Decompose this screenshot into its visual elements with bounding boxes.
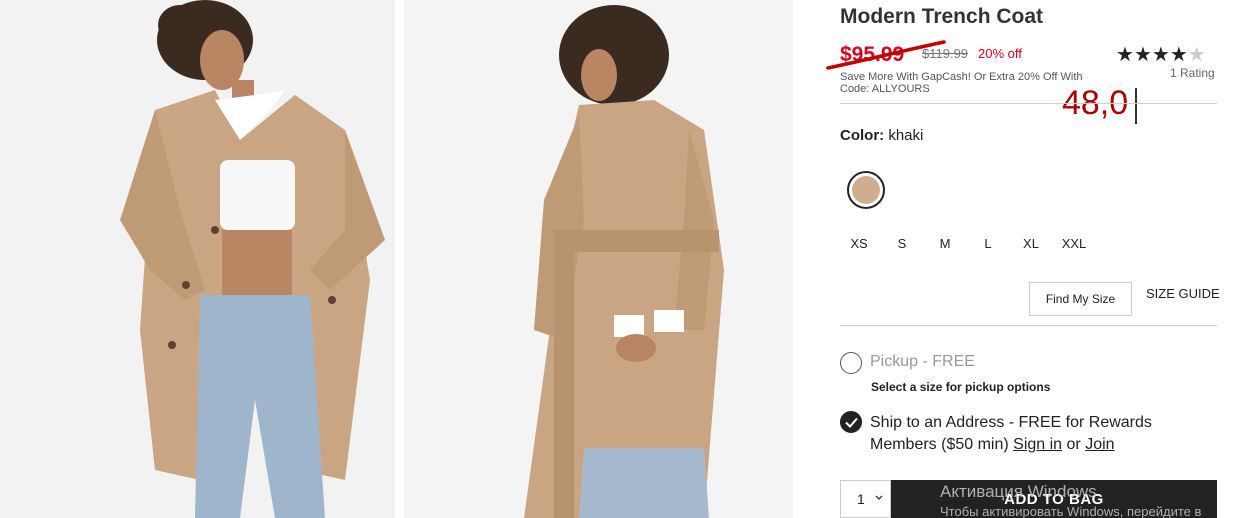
pickup-note: Select a size for pickup options (871, 380, 1051, 394)
size-option-xl[interactable]: XL (1011, 236, 1051, 251)
size-guide-link[interactable]: SIZE GUIDE (1146, 286, 1220, 301)
sale-price: $95.99 (840, 43, 905, 66)
chevron-down-icon (875, 495, 883, 500)
promo-message: Save More With GapCash! Or Extra 20% Off… (840, 71, 1083, 95)
add-to-bag-button[interactable]: ADD TO BAG (891, 480, 1217, 518)
text-cursor (1135, 88, 1137, 124)
quantity-select[interactable]: 1 (840, 480, 891, 518)
swatch-fill (852, 176, 880, 204)
pickup-label: Pickup - FREE (870, 353, 975, 370)
product-image-back[interactable] (404, 0, 793, 518)
discount-label: 20% off (978, 46, 1022, 61)
divider (840, 103, 1217, 104)
color-swatch-khaki[interactable] (847, 171, 885, 209)
pickup-radio[interactable] (840, 352, 862, 374)
original-price: $119.99 (922, 46, 969, 61)
join-link[interactable]: Join (1085, 436, 1114, 453)
color-value: khaki (888, 127, 924, 144)
model-front-illustration (0, 0, 395, 518)
quantity-value: 1 (857, 491, 865, 507)
size-option-m[interactable]: M (925, 236, 965, 251)
star-icon: ★ (1133, 44, 1152, 66)
star-empty-icon: ★ (1187, 44, 1206, 66)
color-label: Color: (840, 127, 885, 144)
rating-count-link[interactable]: 1 Rating (1170, 66, 1215, 80)
size-option-l[interactable]: L (968, 236, 1008, 251)
divider (840, 325, 1217, 326)
sign-in-link[interactable]: Sign in (1013, 436, 1062, 453)
star-icon: ★ (1151, 44, 1170, 66)
ship-to-address-label: Ship to an Address - FREE for Rewards Me… (870, 412, 1200, 456)
star-icon: ★ (1169, 44, 1188, 66)
product-image-front[interactable] (0, 0, 395, 518)
model-back-illustration (404, 0, 793, 518)
size-option-xs[interactable]: XS (839, 236, 879, 251)
or-text: or (1062, 436, 1086, 453)
ship-radio[interactable] (840, 411, 862, 433)
star-icon: ★ (1116, 44, 1134, 66)
rating-stars[interactable]: ★★★★★ (1116, 42, 1206, 67)
color-selection-label: Color: khaki (840, 127, 923, 144)
find-my-size-button[interactable]: Find My Size (1029, 282, 1132, 316)
size-option-xxl[interactable]: XXL (1054, 236, 1094, 251)
product-title: Modern Trench Coat (840, 5, 1044, 28)
size-option-s[interactable]: S (882, 236, 922, 251)
checkmark-icon (845, 417, 858, 428)
product-detail-panel: Modern Trench Coat $95.99 $119.99 20% of… (826, 0, 1220, 518)
